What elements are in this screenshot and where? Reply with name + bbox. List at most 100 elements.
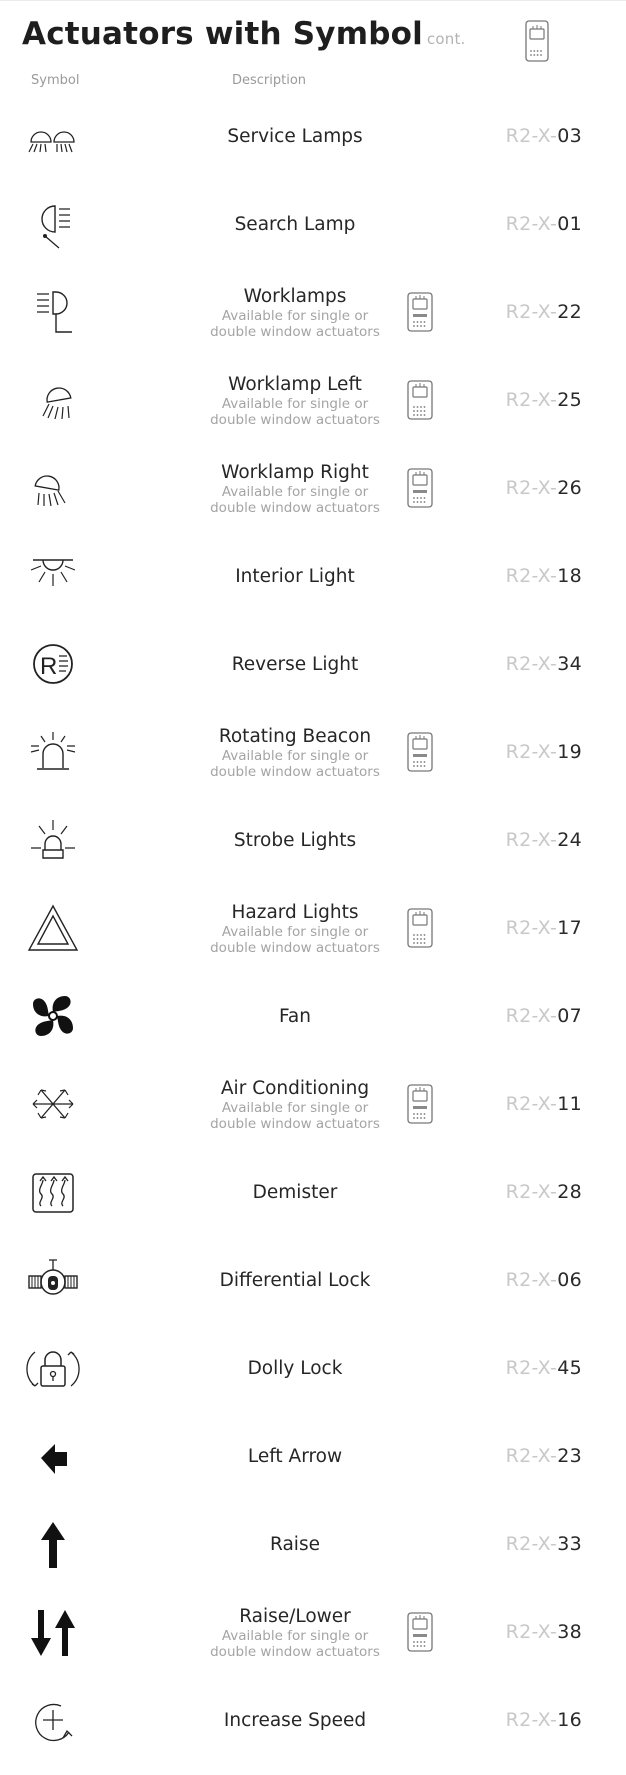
- part-code: R2-X- 19: [506, 708, 582, 796]
- dolly-lock-icon: [21, 1340, 85, 1396]
- strobe-lights-icon: [21, 812, 85, 868]
- part-code-number: 28: [557, 1181, 582, 1203]
- actuator-name: Service Lamps: [227, 125, 363, 147]
- actuator-row: Worklamps Available for single or double w…: [0, 268, 626, 356]
- actuator-name: Increase Speed: [223, 1709, 367, 1731]
- actuator-name: Worklamp Right: [221, 461, 369, 483]
- actuator-name: Hazard Lights: [231, 901, 359, 923]
- actuator-description: Air Conditioning Available for single or d…: [150, 1060, 440, 1148]
- double-window-actuator-icon: [407, 468, 433, 508]
- part-code-prefix: R2-X-: [505, 1445, 558, 1467]
- part-code-prefix: R2-X-: [505, 389, 558, 411]
- actuator-row: Dolly Lock R2-X- 45: [0, 1324, 626, 1412]
- availability-note: double window actuators: [210, 411, 380, 428]
- actuator-description: Raise/Lower Available for single or double…: [150, 1588, 440, 1676]
- part-code: R2-X- 24: [506, 796, 582, 884]
- part-code-prefix: R2-X-: [505, 565, 558, 587]
- actuator-description: Worklamp Left Available for single or doub…: [150, 356, 440, 444]
- availability-note: Available for single or: [221, 1099, 369, 1116]
- part-code-prefix: R2-X-: [505, 1621, 558, 1643]
- actuator-description: Worklamp Right Available for single or dou…: [150, 444, 440, 532]
- actuator-name: Differential Lock: [219, 1269, 371, 1291]
- actuator-row: Hazard Lights Available for single or doub…: [0, 884, 626, 972]
- part-code: R2-X- 34: [506, 620, 582, 708]
- actuator-description: Dolly Lock: [150, 1324, 440, 1412]
- part-code-number: 18: [557, 565, 582, 587]
- part-code-number: 24: [557, 829, 582, 851]
- actuator-description: Search Lamp: [150, 180, 440, 268]
- actuator-row: Service Lamps R2-X- 03: [0, 92, 626, 180]
- part-code: R2-X- 38: [506, 1588, 582, 1676]
- single-window-actuator-icon: [525, 20, 549, 66]
- part-code-prefix: R2-X-: [505, 1181, 558, 1203]
- availability-note: double window actuators: [210, 1115, 380, 1132]
- part-code: R2-X- 33: [506, 1500, 582, 1588]
- actuator-name: Raise: [270, 1533, 320, 1555]
- actuator-name: Strobe Lights: [233, 829, 357, 851]
- actuator-row: Raise R2-X- 33: [0, 1500, 626, 1588]
- double-window-actuator-icon: [407, 732, 433, 772]
- actuator-description: Strobe Lights: [150, 796, 440, 884]
- part-code-prefix: R2-X-: [505, 1709, 558, 1731]
- actuator-description: Interior Light: [150, 532, 440, 620]
- actuator-description: Demister: [150, 1148, 440, 1236]
- part-code-number: 17: [557, 917, 582, 939]
- availability-note: double window actuators: [210, 763, 380, 780]
- part-code-number: 26: [557, 477, 582, 499]
- svg-text:R: R: [40, 653, 57, 680]
- actuator-name: Reverse Light: [231, 653, 359, 675]
- actuator-description: Left Arrow: [150, 1412, 440, 1500]
- part-code: R2-X- 01: [506, 180, 582, 268]
- differential-lock-icon: [21, 1252, 85, 1308]
- actuator-row: Worklamp Right Available for single or dou…: [0, 444, 626, 532]
- part-code-prefix: R2-X-: [505, 741, 558, 763]
- actuator-row: Differential Lock R2-X- 06: [0, 1236, 626, 1324]
- part-code-number: 03: [557, 125, 582, 147]
- actuator-description: Differential Lock: [150, 1236, 440, 1324]
- part-code: R2-X- 26: [506, 444, 582, 532]
- interior-light-icon: [21, 548, 85, 604]
- actuator-name: Fan: [278, 1005, 311, 1027]
- actuator-description: Reverse Light: [150, 620, 440, 708]
- availability-note: Available for single or: [221, 747, 369, 764]
- actuator-name: Rotating Beacon: [218, 725, 372, 747]
- part-code: R2-X- 18: [506, 532, 582, 620]
- part-code-prefix: R2-X-: [505, 1533, 558, 1555]
- actuator-row: Increase Speed R2-X- 16: [0, 1676, 626, 1764]
- column-header-description: Description: [232, 73, 307, 88]
- actuator-name: Demister: [252, 1181, 338, 1203]
- left-arrow-icon: [21, 1428, 85, 1484]
- availability-note: Available for single or: [221, 395, 369, 412]
- part-code-prefix: R2-X-: [505, 917, 558, 939]
- part-code-number: 16: [557, 1709, 582, 1731]
- part-code-prefix: R2-X-: [505, 829, 558, 851]
- double-window-actuator-icon: [407, 1084, 433, 1124]
- part-code-number: 11: [557, 1093, 582, 1115]
- page-title: Actuators with Symbol cont.: [22, 16, 466, 52]
- part-code: R2-X- 16: [506, 1676, 582, 1764]
- part-code-number: 25: [557, 389, 582, 411]
- part-code-number: 38: [557, 1621, 582, 1643]
- single-window-actuator-icon: [407, 380, 433, 420]
- part-code: R2-X- 22: [506, 268, 582, 356]
- actuator-description: Raise: [150, 1500, 440, 1588]
- availability-note: double window actuators: [210, 1643, 380, 1660]
- fan-icon: [21, 988, 85, 1044]
- part-code-number: 07: [557, 1005, 582, 1027]
- actuator-description: Hazard Lights Available for single or doub…: [150, 884, 440, 972]
- increase-speed-icon: [21, 1692, 85, 1748]
- demister-icon: [21, 1164, 85, 1220]
- actuator-name: Air Conditioning: [220, 1077, 370, 1099]
- part-code-prefix: R2-X-: [505, 213, 558, 235]
- actuator-description: Fan: [150, 972, 440, 1060]
- column-header-symbol: Symbol: [31, 73, 80, 88]
- actuator-row: Strobe Lights R2-X- 24: [0, 796, 626, 884]
- part-code-number: 19: [557, 741, 582, 763]
- actuator-name: Left Arrow: [247, 1445, 343, 1467]
- actuator-name: Interior Light: [235, 565, 355, 587]
- actuator-row: Air Conditioning Available for single or d…: [0, 1060, 626, 1148]
- part-code: R2-X- 28: [506, 1148, 582, 1236]
- part-code: R2-X- 45: [506, 1324, 582, 1412]
- availability-note: Available for single or: [221, 923, 369, 940]
- part-code-number: 22: [557, 301, 582, 323]
